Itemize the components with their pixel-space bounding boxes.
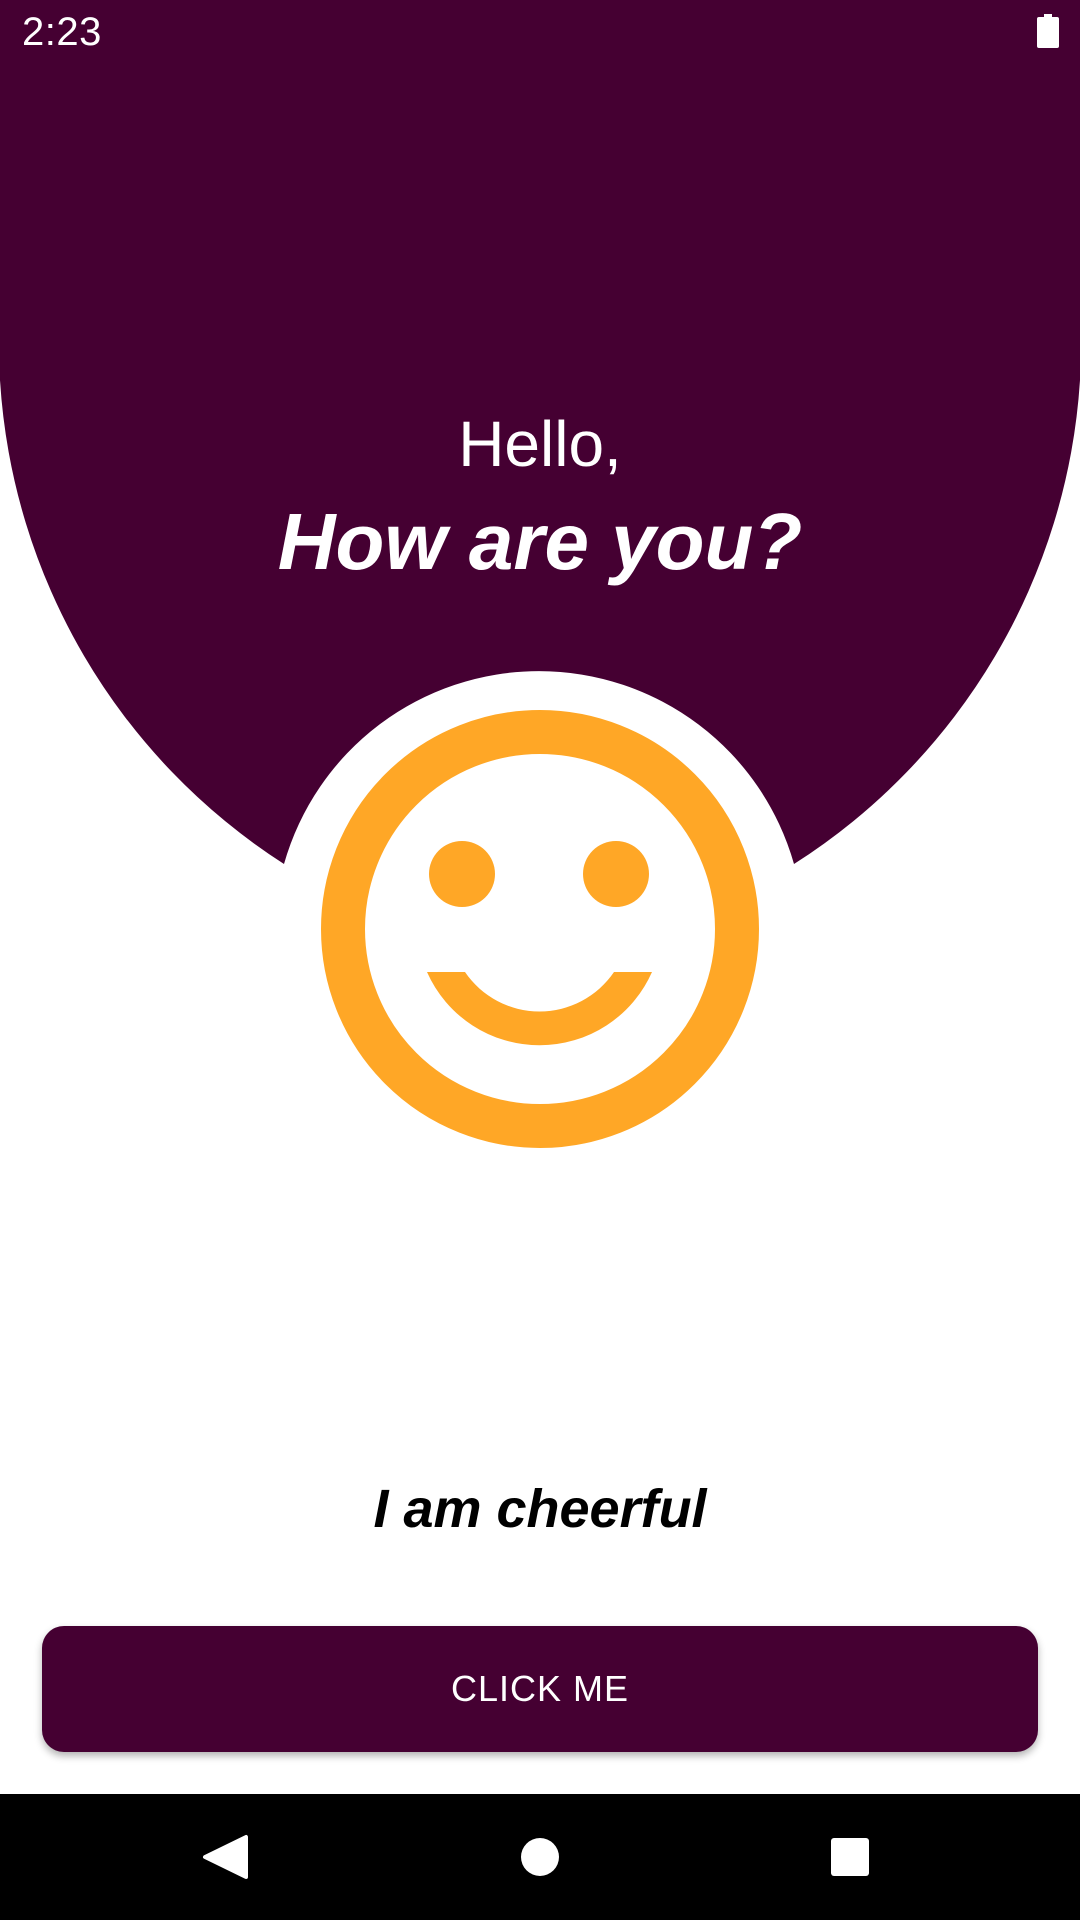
home-circle-icon[interactable] xyxy=(500,1817,580,1897)
battery-full-icon xyxy=(1037,14,1059,48)
status-time: 2:23 xyxy=(22,10,102,54)
question-title: How are you? xyxy=(277,497,803,586)
greeting-text: Hello, xyxy=(458,408,622,480)
recents-square-icon[interactable] xyxy=(810,1817,890,1897)
app-screen: 2:23 Hello, How are you? I am cheerful C… xyxy=(0,0,1080,1920)
mood-label: I am cheerful xyxy=(373,1479,707,1539)
status-bar: 2:23 xyxy=(0,0,1080,64)
back-triangle-icon[interactable] xyxy=(185,1817,265,1897)
click-me-button[interactable]: CLICK ME xyxy=(42,1626,1038,1752)
smiley-face-icon xyxy=(321,710,759,1148)
navigation-bar xyxy=(0,1794,1080,1920)
